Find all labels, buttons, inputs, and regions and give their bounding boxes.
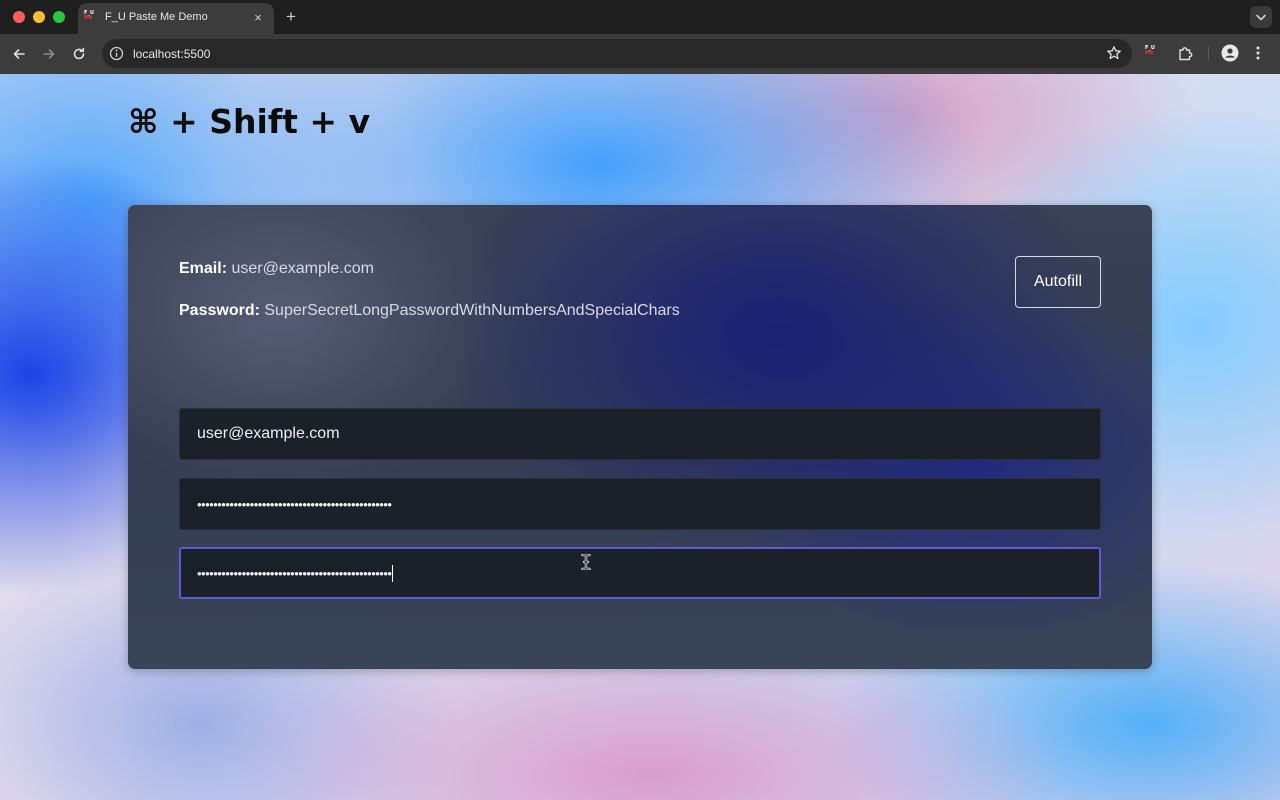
autofill-button[interactable]: Autofill — [1015, 256, 1101, 308]
profile-icon[interactable] — [1221, 44, 1239, 62]
tab-title: F_U Paste Me Demo — [105, 11, 208, 23]
tab-search-button[interactable] — [1250, 6, 1272, 28]
menu-icon[interactable] — [1253, 44, 1263, 62]
info-icon[interactable] — [109, 46, 124, 61]
chevron-down-icon — [1256, 14, 1266, 21]
confirm-password-field[interactable]: ••••••••••••••••••••••••••••••••••••••••… — [179, 547, 1101, 599]
confirm-password-field-value: ••••••••••••••••••••••••••••••••••••••••… — [197, 565, 392, 581]
reload-button[interactable] — [69, 44, 89, 64]
close-window-button[interactable] — [13, 11, 25, 23]
text-caret — [392, 564, 394, 582]
browser-titlebar: F_U Me F_U Paste Me Demo × + — [0, 0, 1280, 34]
credential-email: Email: user@example.com — [179, 260, 374, 278]
address-bar[interactable]: localhost:5500 — [102, 39, 1132, 68]
star-icon[interactable] — [1106, 45, 1122, 61]
toolbar-divider — [1208, 46, 1209, 61]
email-field[interactable]: user@example.com — [179, 408, 1101, 460]
back-arrow-icon — [13, 49, 25, 59]
forward-arrow-icon — [43, 49, 55, 59]
password-field-value: ••••••••••••••••••••••••••••••••••••••••… — [197, 496, 392, 512]
page-viewport: ⌘ + Shift + v Email: user@example.com Pa… — [0, 74, 1280, 800]
maximize-window-button[interactable] — [53, 11, 65, 23]
forward-button[interactable] — [39, 44, 59, 64]
password-value: SuperSecretLongPasswordWithNumbersAndSpe… — [264, 302, 680, 319]
browser-tab[interactable]: F_U Me F_U Paste Me Demo × — [78, 3, 274, 34]
email-value: user@example.com — [231, 260, 374, 277]
browser-toolbar: localhost:5500 F_U Me — [0, 34, 1280, 74]
tab-favicon-icon: F_U Me — [84, 10, 94, 21]
tab-close-icon[interactable]: × — [250, 10, 266, 26]
ibeam-cursor-icon — [581, 554, 591, 570]
email-field-value: user@example.com — [197, 425, 340, 442]
extension-icon[interactable]: F_U Me — [1145, 46, 1159, 60]
url-text[interactable]: localhost:5500 — [133, 47, 210, 61]
password-label: Password: — [179, 302, 260, 319]
puzzle-icon[interactable] — [1177, 45, 1194, 62]
back-button[interactable] — [9, 44, 29, 64]
email-label: Email: — [179, 260, 228, 277]
password-field[interactable]: ••••••••••••••••••••••••••••••••••••••••… — [179, 478, 1101, 530]
minimize-window-button[interactable] — [33, 11, 45, 23]
autofill-card: Email: user@example.com Password: SuperS… — [128, 205, 1152, 669]
reload-icon — [73, 47, 85, 60]
page-title: ⌘ + Shift + v — [128, 102, 371, 141]
credential-password: Password: SuperSecretLongPasswordWithNum… — [179, 302, 680, 320]
new-tab-button[interactable]: + — [282, 6, 300, 28]
